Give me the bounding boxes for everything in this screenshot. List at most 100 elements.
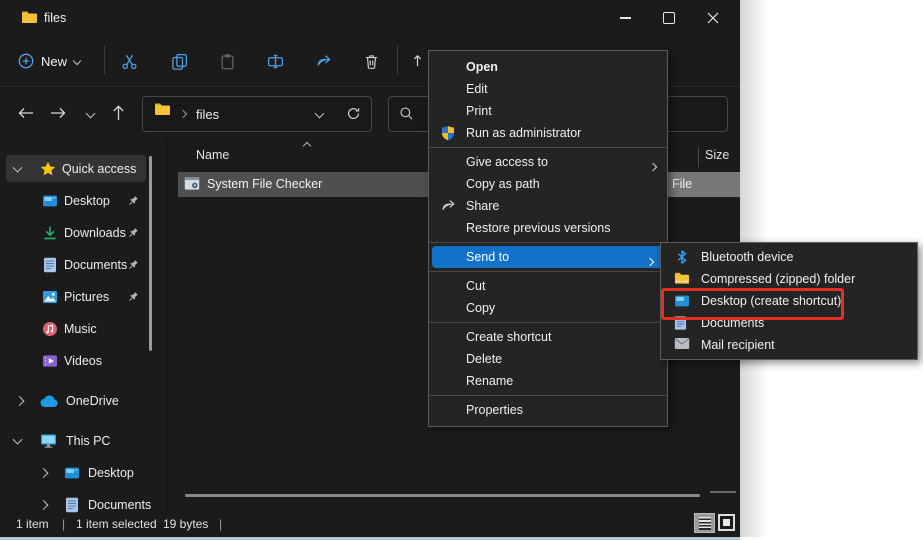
close-button[interactable] xyxy=(690,0,736,36)
sidebar-item-music[interactable]: Music xyxy=(0,315,166,342)
large-icons-view-button[interactable] xyxy=(718,514,735,531)
menu-item-label: Copy xyxy=(466,301,496,315)
downloads-icon xyxy=(42,225,58,241)
status-separator: | xyxy=(219,517,223,531)
submenu-item-desktop-create-shortcut[interactable]: Desktop (create shortcut) xyxy=(661,290,917,312)
screenshot-root: files New files Quick access Desktop Dow… xyxy=(0,0,923,540)
folder-icon xyxy=(21,10,38,24)
context-menu: Open Edit Print Run as administrator Giv… xyxy=(428,50,668,427)
details-view-button[interactable] xyxy=(694,513,715,533)
folder-icon xyxy=(154,102,171,116)
column-header-name[interactable]: Name xyxy=(196,148,229,162)
menu-separator xyxy=(429,147,667,148)
sidebar-item-onedrive[interactable]: OneDrive xyxy=(0,387,166,414)
recent-locations-button[interactable] xyxy=(78,101,102,125)
close-icon xyxy=(707,12,719,24)
search-icon xyxy=(399,106,414,121)
menu-item-share[interactable]: Share xyxy=(429,195,667,217)
batch-file-icon xyxy=(184,176,200,191)
menu-item-properties[interactable]: Properties xyxy=(429,399,667,421)
back-arrow-icon xyxy=(18,108,33,118)
sidebar-item-pictures[interactable]: Pictures xyxy=(0,283,166,310)
paste-button[interactable] xyxy=(216,36,238,86)
menu-item-delete[interactable]: Delete xyxy=(429,348,667,370)
plus-circle-icon xyxy=(18,53,34,69)
menu-item-cut[interactable]: Cut xyxy=(429,275,667,297)
sidebar-item-documents[interactable]: Documents xyxy=(0,251,166,278)
copy-button[interactable] xyxy=(168,36,190,86)
share-button[interactable] xyxy=(312,36,334,86)
mail-icon xyxy=(674,337,690,353)
menu-item-label: Rename xyxy=(466,374,514,388)
new-button[interactable]: New xyxy=(14,36,84,86)
selection-size: 19 bytes xyxy=(163,517,209,531)
chevron-down-icon xyxy=(85,108,95,118)
minimize-button[interactable] xyxy=(602,0,648,36)
sidebar-item-label: Music xyxy=(64,321,97,336)
details-view-icon xyxy=(698,516,711,530)
breadcrumb-segment[interactable]: files xyxy=(196,107,219,122)
this-pc-icon xyxy=(40,433,57,448)
submenu-item-bluetooth-device[interactable]: Bluetooth device xyxy=(661,246,917,268)
menu-item-open[interactable]: Open xyxy=(429,56,667,78)
menu-item-create-shortcut[interactable]: Create shortcut xyxy=(429,326,667,348)
sidebar-item-this-pc-desktop[interactable]: Desktop xyxy=(0,459,166,486)
menu-item-label: Properties xyxy=(466,403,523,417)
back-button[interactable] xyxy=(14,101,38,125)
status-separator: | xyxy=(62,517,66,531)
star-icon xyxy=(40,161,56,177)
desktop-icon xyxy=(64,465,80,481)
column-divider[interactable] xyxy=(698,147,699,167)
submenu-item-mail-recipient[interactable]: Mail recipient xyxy=(661,334,917,356)
maximize-button[interactable] xyxy=(646,0,692,36)
sidebar-scrollbar[interactable] xyxy=(149,156,152,351)
submenu-item-documents[interactable]: Documents xyxy=(661,312,917,334)
menu-item-run-as-administrator[interactable]: Run as administrator xyxy=(429,122,667,144)
menu-item-print[interactable]: Print xyxy=(429,100,667,122)
pin-icon xyxy=(127,195,139,207)
sidebar-item-desktop[interactable]: Desktop xyxy=(0,187,166,214)
menu-item-edit[interactable]: Edit xyxy=(429,78,667,100)
chevron-down-icon[interactable] xyxy=(12,434,23,445)
pin-icon xyxy=(127,259,139,271)
rename-button[interactable] xyxy=(264,36,286,86)
rename-icon xyxy=(267,54,283,68)
menu-separator xyxy=(429,242,667,243)
submenu-item-label: Documents xyxy=(701,316,765,330)
sidebar-item-downloads[interactable]: Downloads xyxy=(0,219,166,246)
sidebar-item-label: Desktop xyxy=(64,193,110,208)
menu-item-copy-as-path[interactable]: Copy as path xyxy=(429,173,667,195)
menu-item-restore-previous-versions[interactable]: Restore previous versions xyxy=(429,217,667,239)
menu-item-give-access-to[interactable]: Give access to xyxy=(429,151,667,173)
submenu-item-label: Desktop (create shortcut) xyxy=(701,294,842,308)
pin-icon xyxy=(127,291,139,303)
chevron-right-icon[interactable] xyxy=(38,467,49,478)
menu-item-label: Share xyxy=(466,199,500,213)
submenu-item-compressed-folder[interactable]: Compressed (zipped) folder xyxy=(661,268,917,290)
sidebar-item-videos[interactable]: Videos xyxy=(0,347,166,374)
refresh-button[interactable] xyxy=(346,106,361,121)
new-button-label: New xyxy=(41,53,68,69)
sort-button[interactable] xyxy=(406,36,428,86)
chevron-right-icon[interactable] xyxy=(14,395,25,406)
chevron-right-icon[interactable] xyxy=(38,499,49,510)
menu-item-send-to[interactable]: Send to xyxy=(432,246,664,268)
sidebar-item-this-pc[interactable]: This PC xyxy=(0,427,166,454)
forward-button[interactable] xyxy=(46,101,70,125)
status-bar: 1 item | 1 item selected 19 bytes | xyxy=(0,512,740,537)
cut-button[interactable] xyxy=(118,36,140,86)
chevron-down-icon[interactable] xyxy=(12,162,23,173)
up-button[interactable] xyxy=(106,101,130,125)
sidebar-item-quick-access[interactable]: Quick access xyxy=(0,155,166,182)
column-header-size[interactable]: Size xyxy=(705,148,729,162)
submenu-item-label: Compressed (zipped) folder xyxy=(701,272,856,286)
horizontal-scrollbar-end[interactable] xyxy=(710,491,736,493)
trash-icon xyxy=(365,54,377,69)
menu-item-rename[interactable]: Rename xyxy=(429,370,667,392)
delete-button[interactable] xyxy=(360,36,382,86)
forward-arrow-icon xyxy=(51,108,66,118)
sidebar-item-label: Documents xyxy=(88,497,152,512)
menu-item-copy[interactable]: Copy xyxy=(429,297,667,319)
address-bar[interactable] xyxy=(142,96,372,132)
horizontal-scrollbar[interactable] xyxy=(185,494,700,497)
